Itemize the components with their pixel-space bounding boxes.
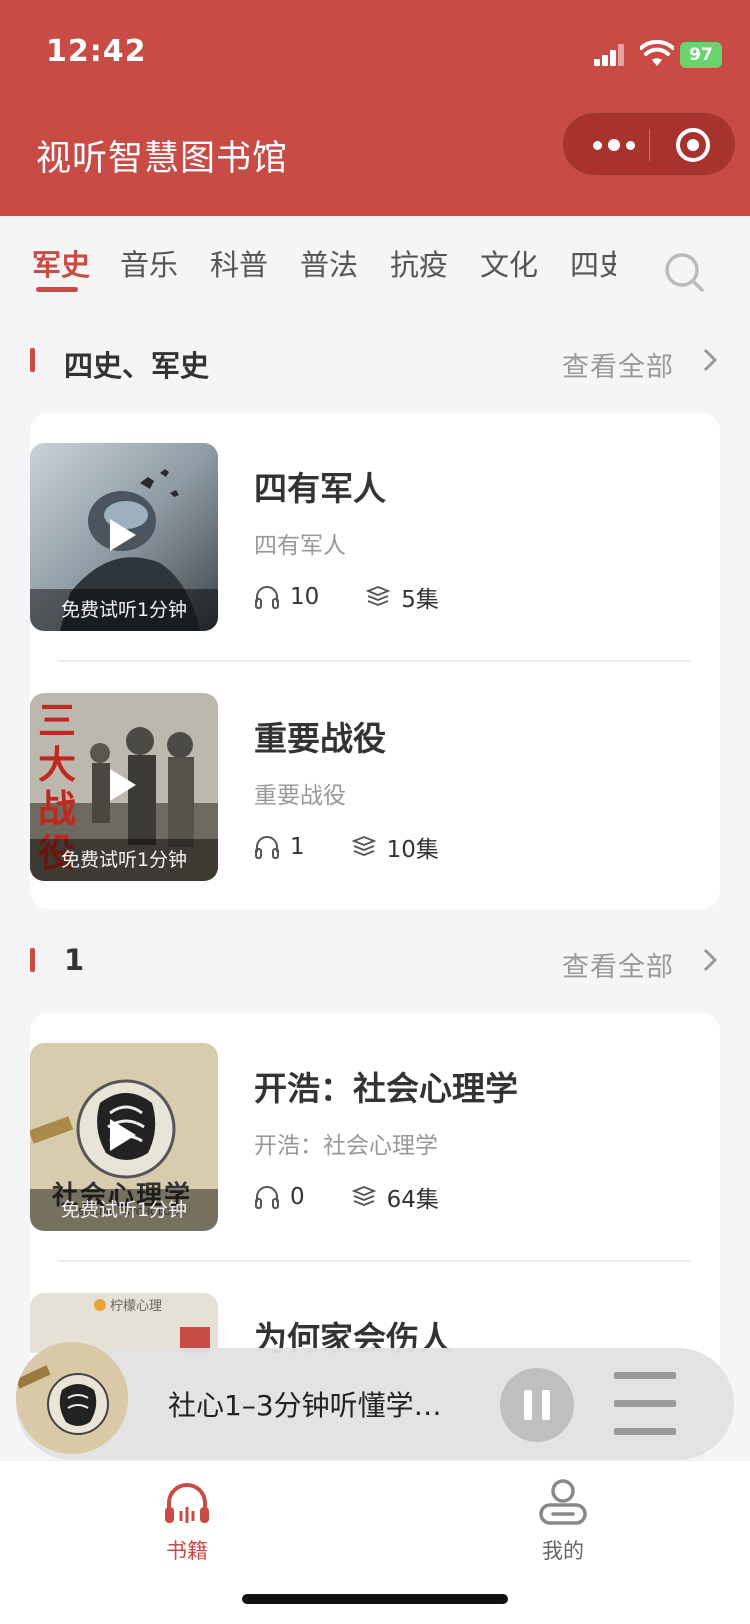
book-subtitle: 重要战役 <box>254 783 346 809</box>
close-miniprogram-icon[interactable] <box>673 125 713 165</box>
free-trial-label: 免费试听1分钟 <box>30 589 218 631</box>
layers-icon <box>365 586 391 606</box>
tab-music[interactable]: 音乐 <box>120 242 178 284</box>
cellular-signal-icon <box>594 44 626 66</box>
section-marker <box>30 948 35 972</box>
book-subtitle: 开浩：社会心理学 <box>254 1133 438 1159</box>
search-icon[interactable] <box>662 250 706 294</box>
tab-culture[interactable]: 文化 <box>480 242 538 284</box>
book-title[interactable]: 开浩：社会心理学 <box>254 1062 518 1110</box>
headphones-icon <box>255 1186 279 1209</box>
home-indicator <box>242 1594 508 1604</box>
playlist-icon[interactable] <box>614 1372 676 1436</box>
tab-four-histories[interactable]: 四史 <box>570 250 616 284</box>
tab-epidemic[interactable]: 抗疫 <box>390 242 448 284</box>
now-playing-title[interactable]: 社心1–3分钟听懂学… <box>168 1384 442 1424</box>
play-icon <box>110 519 136 551</box>
episode-count: 64集 <box>386 1187 439 1213</box>
book-subtitle: 四有军人 <box>254 533 346 559</box>
section-marker <box>30 348 35 372</box>
pause-button[interactable] <box>500 1368 574 1442</box>
cover-brand-text: 柠檬心理 <box>110 1299 163 1314</box>
book-cover[interactable]: 免费试听1分钟 <box>30 443 218 631</box>
layers-icon <box>351 836 377 856</box>
tab-military-history[interactable]: 军史 <box>32 242 90 284</box>
chevron-right-icon[interactable] <box>700 947 720 973</box>
free-trial-label: 免费试听1分钟 <box>30 839 218 881</box>
tab-law[interactable]: 普法 <box>300 242 358 284</box>
view-all-link[interactable]: 查看全部 <box>562 345 674 384</box>
episode-count: 5集 <box>401 587 439 613</box>
headphones-icon <box>255 836 279 859</box>
mini-program-capsule <box>562 112 736 176</box>
active-tab-indicator <box>36 287 78 292</box>
tab-science[interactable]: 科普 <box>210 242 268 284</box>
book-meta: 10 5集 <box>254 580 439 614</box>
disc-art <box>16 1342 128 1454</box>
battery-indicator: 97 <box>680 42 722 68</box>
nav-books[interactable]: 书籍 <box>127 1475 247 1565</box>
book-meta: 1 10集 <box>254 830 439 864</box>
capsule-divider <box>649 129 650 161</box>
book-meta: 0 64集 <box>254 1180 439 1214</box>
free-trial-label: 免费试听1分钟 <box>30 1189 218 1231</box>
nav-profile-label: 我的 <box>542 1539 584 1563</box>
episode-count: 10集 <box>386 837 439 863</box>
more-options-icon[interactable] <box>589 125 639 165</box>
book-title[interactable]: 重要战役 <box>254 712 386 760</box>
page-title: 视听智慧图书馆 <box>36 139 289 179</box>
book-cover[interactable]: 三大战役 免费试听1分钟 <box>30 693 218 881</box>
app-header: 12:42 97 视听智慧图书馆 <box>0 0 750 216</box>
listen-count: 0 <box>290 1184 305 1210</box>
item-divider <box>58 660 690 662</box>
wifi-icon <box>640 40 674 66</box>
layers-icon <box>351 1186 377 1206</box>
headphones-icon <box>165 1483 209 1523</box>
listen-count: 1 <box>290 834 305 860</box>
chevron-right-icon[interactable] <box>700 347 720 373</box>
item-divider <box>58 1260 690 1262</box>
pause-icon-bar <box>524 1390 532 1420</box>
headphones-icon <box>255 586 279 609</box>
now-playing-cover[interactable] <box>16 1342 128 1454</box>
user-icon <box>539 1479 587 1525</box>
nav-profile[interactable]: 我的 <box>503 1475 623 1565</box>
nav-books-label: 书籍 <box>166 1539 208 1563</box>
play-icon <box>110 769 136 801</box>
pause-icon-bar <box>542 1390 550 1420</box>
category-tabs <box>0 216 750 316</box>
tab-four-histories-clip: 四史 <box>570 250 616 290</box>
book-cover[interactable]: 社会心理学 SOCIAL PSYCHOLOGY 免费试听1分钟 <box>30 1043 218 1231</box>
listen-count: 10 <box>290 584 320 610</box>
status-time: 12:42 <box>46 34 147 69</box>
section-title: 四史、军史 <box>64 349 210 383</box>
view-all-link[interactable]: 查看全部 <box>562 945 674 984</box>
book-title[interactable]: 四有军人 <box>254 462 386 510</box>
section-title: 1 <box>64 943 85 977</box>
play-icon <box>110 1119 136 1151</box>
